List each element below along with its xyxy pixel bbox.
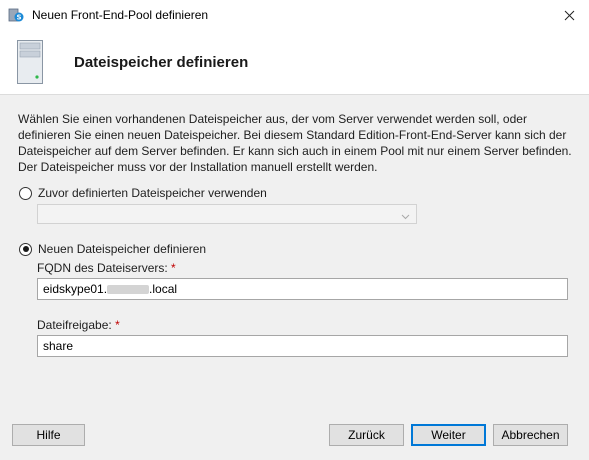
radio-label: Zuvor definierten Dateispeicher verwende… [38, 186, 267, 200]
wizard-header: Dateispeicher definieren [0, 30, 589, 95]
radio-new-store[interactable]: Neuen Dateispeicher definieren [19, 242, 206, 256]
description-line: Der Dateispeicher muss vor der Installat… [18, 160, 378, 174]
description-line: definieren Sie einen neuen Dateispeicher… [18, 128, 567, 142]
window-title: Neuen Front-End-Pool definieren [32, 8, 209, 22]
fqdn-label-text: FQDN des Dateiservers: [37, 261, 168, 275]
fqdn-value-suffix: .local [149, 282, 178, 296]
description-line: Wählen Sie einen vorhandenen Dateispeich… [18, 112, 527, 126]
existing-store-select [37, 204, 417, 224]
required-marker: * [115, 318, 120, 332]
cancel-button[interactable]: Abbrechen [493, 424, 568, 446]
share-label-text: Dateifreigabe: [37, 318, 112, 332]
help-button[interactable]: Hilfe [12, 424, 85, 446]
close-icon[interactable] [549, 0, 589, 30]
radio-label: Neuen Dateispeicher definieren [38, 242, 207, 256]
skype-server-icon: S [8, 7, 24, 23]
title-bar: S Neuen Front-End-Pool definieren [0, 0, 589, 30]
chevron-down-icon [401, 209, 410, 223]
description: Wählen Sie einen vorhandenen Dateispeich… [18, 111, 573, 175]
svg-text:S: S [16, 14, 21, 22]
fqdn-label: FQDN des Dateiservers: * [37, 261, 176, 275]
back-button[interactable]: Zurück [329, 424, 404, 446]
radio-existing-store[interactable]: Zuvor definierten Dateispeicher verwende… [19, 186, 267, 200]
radio-button[interactable] [19, 242, 32, 256]
page-title: Dateispeicher definieren [74, 54, 249, 71]
wizard-content: Wählen Sie einen vorhandenen Dateispeich… [0, 95, 589, 460]
redacted-region [107, 285, 150, 295]
radio-button[interactable] [19, 186, 32, 200]
share-value: share [43, 339, 74, 353]
share-field[interactable]: share [37, 335, 568, 357]
next-button[interactable]: Weiter [411, 424, 486, 446]
description-line: Dateispeicher auf dem Server befinden. E… [18, 144, 572, 158]
fqdn-value-prefix: eidskype01. [43, 282, 108, 296]
required-marker: * [171, 261, 176, 275]
server-icon [17, 40, 43, 84]
share-label: Dateifreigabe: * [37, 318, 120, 332]
fqdn-field[interactable]: eidskype01. .local [37, 278, 568, 300]
